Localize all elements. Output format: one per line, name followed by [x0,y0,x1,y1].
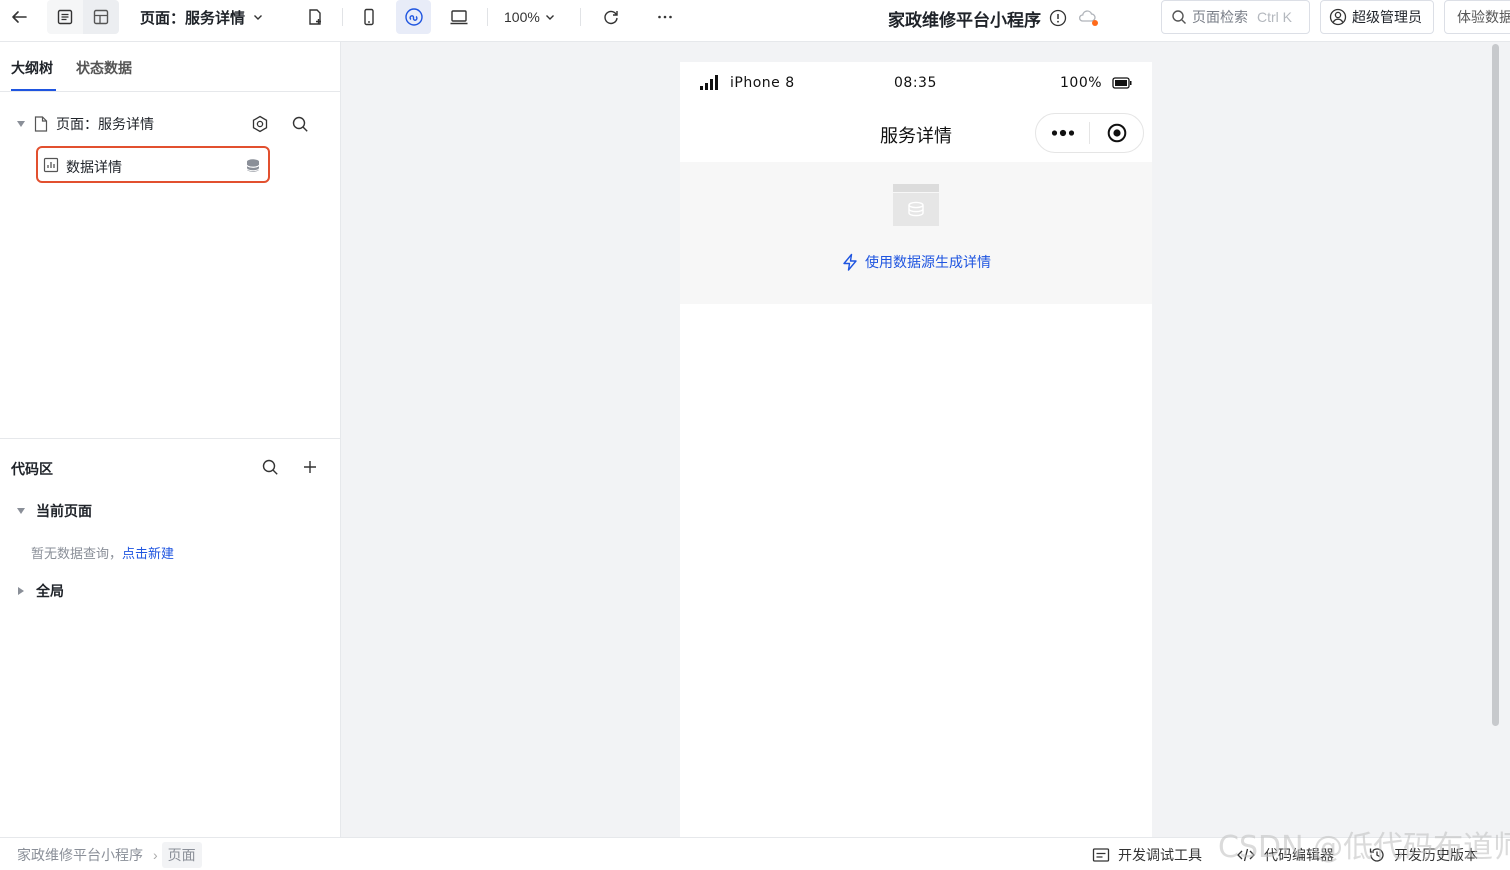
status-time: 08:35 [894,75,937,91]
caret-down-icon[interactable] [17,508,25,514]
page-list-icon[interactable] [47,0,83,34]
more-icon[interactable] [650,0,680,34]
empty-data-icon [893,184,939,226]
app-title-text: 家政维修平台小程序 [888,10,1041,30]
page-search-button[interactable]: 页面检索 Ctrl K [1161,0,1310,34]
debug-tool-button[interactable]: 开发调试工具 [1092,838,1202,870]
miniprogram-view-icon[interactable] [396,0,431,34]
close-miniprogram-icon[interactable] [1090,123,1143,143]
tree-node-page-label: 页面：服务详情 [56,116,154,132]
chart-icon [43,157,59,173]
trial-data-button[interactable]: 体验数据 [1444,0,1510,34]
code-area: 代码区 当前页面 暂无数据查询，点击新建 全局 [0,438,340,837]
phone-preview[interactable]: iPhone 8 08:35 100% 服务详情 使用数据源生成详情 [680,62,1152,837]
code-editor-button[interactable]: 代码编辑器 [1236,838,1334,870]
page-selector-label: 页面：服务详情 [140,9,246,27]
refresh-icon[interactable] [596,0,626,34]
phone-nav-bar: 服务详情 [680,104,1152,162]
user-role-label: 超级管理员 [1352,9,1422,25]
section-global[interactable]: 全局 [18,581,64,601]
breadcrumb-separator: › [153,846,158,863]
more-dots-icon[interactable] [1036,129,1089,137]
history-version-button[interactable]: 开发历史版本 [1368,838,1478,870]
add-code-icon[interactable] [298,457,322,477]
generate-link-label: 使用数据源生成详情 [865,254,991,270]
search-icon [1172,10,1186,24]
signal-icon [700,75,718,90]
debug-tool-label: 开发调试工具 [1118,846,1202,863]
tree-node-data-detail[interactable]: 数据详情 [36,146,270,183]
search-shortcut: Ctrl K [1257,9,1292,25]
settings-icon[interactable] [248,114,272,134]
toolbar-divider [487,8,488,26]
generate-from-datasource-link[interactable]: 使用数据源生成详情 [680,252,1152,272]
zoom-label: 100% [504,9,540,25]
device-name: iPhone 8 [730,75,795,91]
data-detail-component[interactable]: 使用数据源生成详情 [680,162,1152,304]
page-selector[interactable]: 页面：服务详情 [140,0,263,34]
add-page-icon[interactable] [300,0,330,34]
phone-status-bar: iPhone 8 08:35 100% [680,62,1152,104]
capsule-menu [1035,113,1144,153]
code-editor-label: 代码编辑器 [1264,846,1334,863]
lightning-icon [843,253,857,271]
user-icon [1329,8,1347,26]
code-icon [1237,848,1255,861]
caret-right-icon[interactable] [18,587,24,595]
desktop-view-icon[interactable] [444,0,474,34]
panel-tabs: 大纲树 状态数据 [0,42,340,92]
database-icon[interactable] [245,158,261,174]
active-tab-indicator [11,89,56,91]
tree-node-data-detail-label: 数据详情 [66,159,122,175]
empty-query-text: 暂无数据查询，点击新建 [31,543,174,562]
tab-state-data[interactable]: 状态数据 [76,58,132,78]
zoom-selector[interactable]: 100% [504,0,555,34]
current-page-label: 当前页面 [36,503,92,519]
info-icon[interactable] [1049,9,1067,27]
history-version-label: 开发历史版本 [1394,846,1478,863]
battery-percent: 100% [1060,75,1103,91]
toolbar-divider [580,8,581,26]
trial-data-label: 体验数据 [1457,9,1510,25]
history-icon [1369,847,1384,862]
page-search-label: 页面检索 [1192,9,1248,25]
back-arrow-icon[interactable] [4,0,34,34]
global-label: 全局 [36,583,64,599]
left-panel: 大纲树 状态数据 页面：服务详情 数据详情 代码区 当前页面 暂无数据查询，点击… [0,42,341,837]
create-query-link[interactable]: 点击新建 [122,546,174,561]
chevron-down-icon [545,15,554,20]
debug-console-icon [1092,847,1110,862]
breadcrumb-app[interactable]: 家政维修平台小程序 [17,845,143,865]
canvas-scrollbar[interactable] [1492,44,1499,726]
top-toolbar: 页面：服务详情 100% 家政维修平台小程序 页面检索 Ctrl K 超级管理员… [0,0,1510,42]
app-title: 家政维修平台小程序 [888,0,1098,36]
layout-icon[interactable] [83,0,119,34]
code-search-icon[interactable] [258,457,282,477]
bottom-bar: 家政维修平台小程序 › 页面 开发调试工具 代码编辑器 开发历史版本 [0,837,1510,870]
battery-icon [1112,77,1132,89]
caret-down-icon[interactable] [17,121,25,127]
cloud-sync-icon[interactable] [1077,8,1098,29]
toolbar-divider [342,8,343,26]
mobile-view-icon[interactable] [354,0,384,34]
section-current-page[interactable]: 当前页面 [17,501,92,521]
design-canvas: iPhone 8 08:35 100% 服务详情 使用数据源生成详情 [341,42,1510,837]
user-role-button[interactable]: 超级管理员 [1320,0,1434,34]
breadcrumb: 家政维修平台小程序 › 页面 [17,838,202,870]
breadcrumb-page[interactable]: 页面 [161,841,202,868]
empty-query-label: 暂无数据查询， [31,546,123,561]
chevron-down-icon [254,15,263,20]
page-icon [34,116,48,132]
code-area-title: 代码区 [11,461,53,477]
tab-outline-tree[interactable]: 大纲树 [11,58,53,78]
search-icon[interactable] [288,114,312,134]
sync-status-dot [1092,19,1098,26]
tree-node-page[interactable]: 页面：服务详情 [17,114,154,134]
